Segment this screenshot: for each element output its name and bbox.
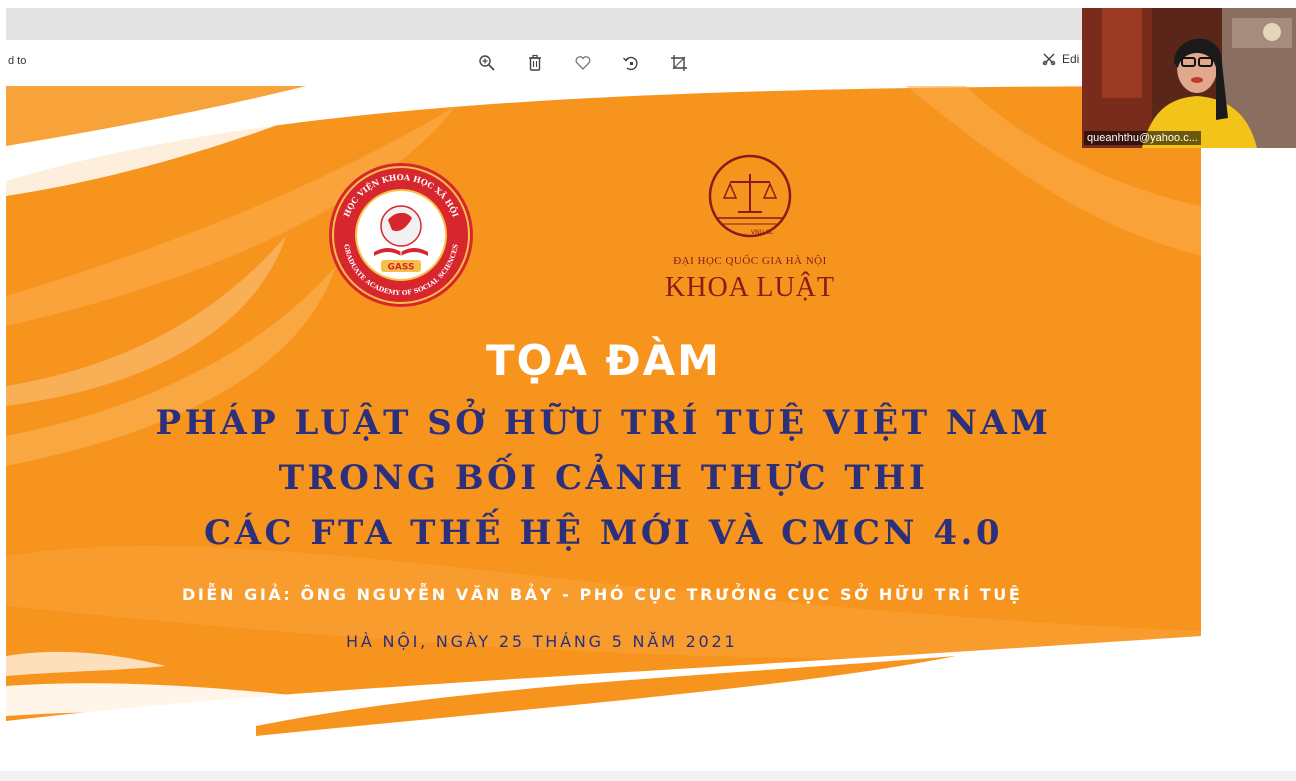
slide-date: HÀ NỘI, NGÀY 25 THÁNG 5 NĂM 2021 — [346, 632, 738, 651]
khoa-luat-name: KHOA LUẬT — [665, 272, 835, 303]
gass-logo: HỌC VIỆN KHOA HỌC XÃ HỘI GRADUATE ACADEM… — [326, 160, 476, 315]
toolbar-left-text: d to — [8, 55, 27, 67]
khoa-luat-logo: VNU-SL ĐẠI HỌC QUỐC GIA HÀ NỘI KHOA LUẬT — [646, 148, 846, 313]
right-margin — [1201, 148, 1296, 781]
top-strip — [0, 0, 1296, 8]
slide-image: HỌC VIỆN KHOA HỌC XÃ HỘI GRADUATE ACADEM… — [6, 86, 1201, 771]
rotate-icon — [623, 56, 638, 71]
zoom-in-icon — [479, 55, 495, 71]
edit-label: Edi — [1062, 52, 1080, 66]
edit-button[interactable]: Edi — [1042, 52, 1079, 66]
edit-icon — [1042, 53, 1056, 66]
vnu-name: ĐẠI HỌC QUỐC GIA HÀ NỘI — [673, 254, 827, 267]
viewer-title-bar — [6, 8, 1084, 40]
khoa-luat-emblem-text: VNU-SL — [751, 229, 774, 236]
slide-title-main: TỌA ĐÀM — [486, 336, 721, 385]
slide-title-line-2: TRONG BỐI CẢNH THỰC THI — [278, 458, 929, 498]
photo-viewer-toolbar: d to Edi — [6, 40, 1084, 86]
rotate-button[interactable] — [620, 52, 642, 74]
slide-speaker: DIỄN GIẢ: ÔNG NGUYỄN VĂN BẢY - PHÓ CỤC T… — [182, 585, 1023, 604]
delete-icon — [529, 54, 541, 71]
webcam-tile[interactable]: queanhthu@yahoo.c... — [1082, 8, 1296, 148]
bottom-margin — [0, 771, 1296, 781]
favorite-icon — [575, 56, 591, 70]
gass-badge-text: GASS — [388, 263, 415, 273]
slide-title-line-1: PHÁP LUẬT SỞ HỮU TRÍ TUỆ VIỆT NAM — [155, 403, 1052, 443]
crop-button[interactable] — [668, 52, 690, 74]
favorite-button[interactable] — [572, 52, 594, 74]
zoom-in-button[interactable] — [476, 52, 498, 74]
webcam-video — [1082, 8, 1296, 148]
crop-icon — [671, 55, 687, 71]
participant-name: queanhthu@yahoo.c... — [1084, 131, 1201, 145]
delete-button[interactable] — [524, 52, 546, 74]
slide-title-line-3: CÁC FTA THẾ HỆ MỚI VÀ CMCN 4.0 — [204, 513, 1003, 553]
